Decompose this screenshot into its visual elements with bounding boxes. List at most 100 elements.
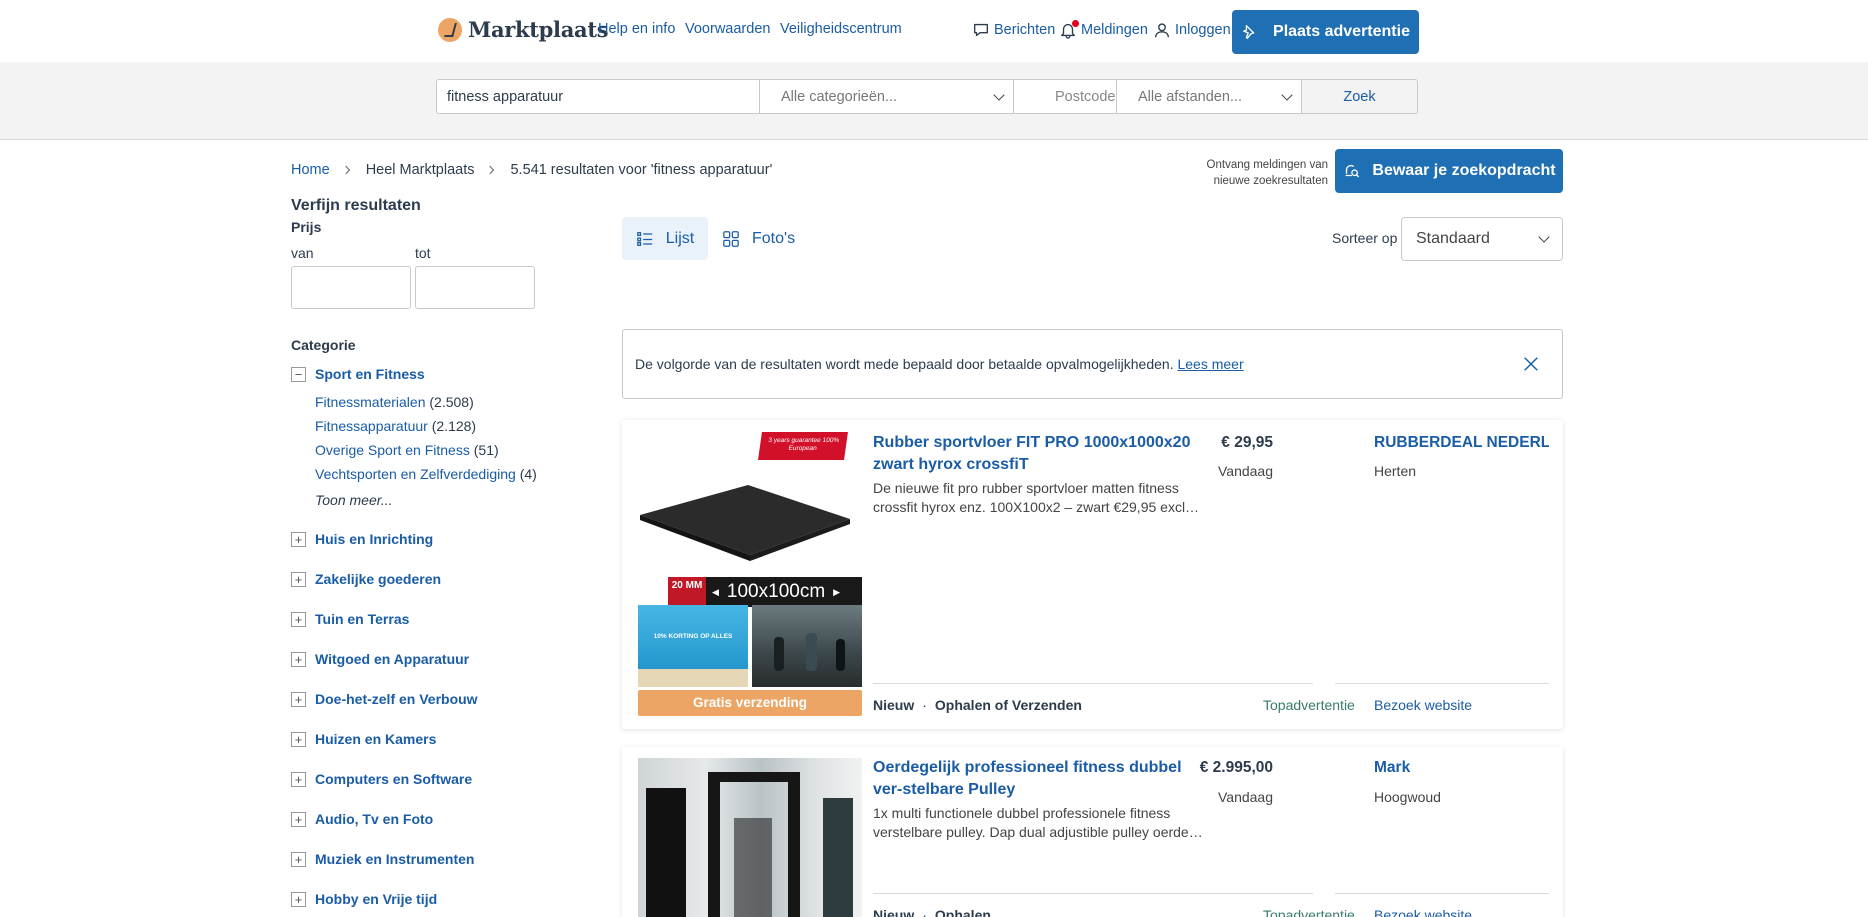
view-list-tab[interactable]: Lijst bbox=[622, 217, 708, 260]
listing-location: Herten bbox=[1374, 463, 1417, 479]
listing-location: Hoogwoud bbox=[1374, 789, 1441, 805]
top-ad-label: Topadvertentie bbox=[1263, 907, 1355, 917]
visit-website-link[interactable]: Bezoek website bbox=[1374, 907, 1472, 917]
category-item[interactable]: + Zakelijke goederen bbox=[291, 571, 441, 587]
chevron-down-icon bbox=[993, 88, 1005, 101]
delivery-label: Ophalen of Verzenden bbox=[934, 697, 1082, 713]
distance-select[interactable]: Alle afstanden... bbox=[1116, 79, 1302, 114]
help-link[interactable]: Help en info bbox=[598, 21, 675, 37]
view-photos-tab[interactable]: Foto's bbox=[722, 217, 795, 260]
condition-label: Nieuw bbox=[873, 697, 915, 713]
category-name: Tuin en Terras bbox=[315, 611, 410, 627]
list-icon bbox=[636, 231, 652, 246]
category-item[interactable]: + Audio, Tv en Foto bbox=[291, 811, 433, 827]
expand-icon: + bbox=[291, 891, 306, 907]
category-item[interactable]: + Witgoed en Apparatuur bbox=[291, 651, 469, 667]
subcategory-name: Vechtsporten en Zelfverdediging bbox=[315, 466, 516, 482]
category-name: Computers en Software bbox=[315, 771, 473, 787]
category-name: Huis en Inrichting bbox=[315, 531, 434, 547]
listing-date: Vandaag bbox=[1217, 463, 1273, 479]
subcategory-item[interactable]: Vechtsporten en Zelfverdediging (4) bbox=[315, 466, 537, 482]
person-figure bbox=[774, 637, 784, 671]
category-sport-fitness[interactable]: − Sport en Fitness bbox=[291, 366, 425, 382]
expand-icon: + bbox=[291, 771, 306, 787]
close-icon[interactable] bbox=[1522, 355, 1540, 373]
search-input[interactable]: fitness apparatuur bbox=[436, 79, 760, 114]
category-item[interactable]: + Doe-het-zelf en Verbouw bbox=[291, 691, 478, 707]
listing-card[interactable]: Oerdegelijk professioneel fitness dubbel… bbox=[622, 747, 1563, 917]
expand-icon: + bbox=[291, 531, 306, 547]
subcategory-count: (2.508) bbox=[429, 394, 474, 410]
category-name: Witgoed en Apparatuur bbox=[315, 651, 470, 667]
price-to-input[interactable] bbox=[415, 266, 535, 309]
seller-name[interactable]: RUBBERDEAL NEDERLA bbox=[1374, 434, 1549, 452]
notice-message: De volgorde van de resultaten wordt mede… bbox=[635, 356, 1174, 372]
category-item[interactable]: + Huizen en Kamers bbox=[291, 731, 436, 747]
search-button[interactable]: Zoek bbox=[1301, 79, 1418, 114]
logo-text: Marktplaats bbox=[468, 17, 609, 42]
grid-icon bbox=[723, 230, 739, 247]
divider bbox=[1335, 683, 1549, 684]
listing-card[interactable]: 3 years guarantee 100% European 20 MM ◀ … bbox=[622, 420, 1563, 729]
category-select[interactable]: Alle categorieën... bbox=[759, 79, 1014, 114]
listing-title[interactable]: Rubber sportvloer FIT PRO 1000x1000x20 z… bbox=[873, 432, 1203, 476]
sort-select[interactable]: Standaard bbox=[1401, 217, 1563, 261]
safety-link[interactable]: Veiligheidscentrum bbox=[780, 21, 902, 37]
save-search-button[interactable]: Bewaar je zoekopdracht bbox=[1335, 149, 1563, 193]
category-name: Sport en Fitness bbox=[315, 366, 425, 382]
rubber-mat-image bbox=[640, 485, 850, 561]
marktplaats-logo[interactable]: Marktplaats bbox=[438, 17, 609, 42]
chevron-down-icon bbox=[1538, 231, 1550, 243]
bell-search-icon bbox=[1346, 164, 1360, 178]
expand-icon: + bbox=[291, 611, 306, 627]
top-ad-label: Topadvertentie bbox=[1263, 697, 1355, 713]
category-name: Huizen en Kamers bbox=[315, 731, 437, 747]
category-item[interactable]: + Huis en Inrichting bbox=[291, 531, 433, 547]
postcode-input[interactable]: Postcode bbox=[1013, 79, 1117, 114]
subcategory-item[interactable]: Overige Sport en Fitness (51) bbox=[315, 442, 499, 458]
chevron-down-icon bbox=[1281, 88, 1293, 101]
expand-icon: + bbox=[291, 691, 306, 707]
terms-link[interactable]: Voorwaarden bbox=[685, 21, 770, 37]
person-figure bbox=[836, 639, 845, 671]
breadcrumb: Home Heel Marktplaats 5.541 resultaten v… bbox=[291, 162, 772, 178]
price-from-input[interactable] bbox=[291, 266, 411, 309]
listing-thumbnail[interactable]: 10% KORTING OP ALLES bbox=[638, 605, 748, 687]
listing-title[interactable]: Oerdegelijk professioneel fitness dubbel… bbox=[873, 757, 1203, 801]
category-item[interactable]: + Tuin en Terras bbox=[291, 611, 409, 627]
thickness-badge: 20 MM bbox=[668, 577, 706, 607]
category-item[interactable]: + Muziek en Instrumenten bbox=[291, 851, 474, 867]
listing-price: € 2.995,00 bbox=[1199, 759, 1273, 776]
category-item[interactable]: + Hobby en Vrije tijd bbox=[291, 891, 437, 907]
listing-image[interactable] bbox=[638, 758, 862, 917]
refine-title: Verfijn resultaten bbox=[291, 197, 421, 214]
visit-website-link[interactable]: Bezoek website bbox=[1374, 697, 1472, 713]
chevron-right-icon bbox=[341, 165, 350, 175]
breadcrumb-home[interactable]: Home bbox=[291, 162, 330, 178]
subcategory-item[interactable]: Fitnessapparatuur (2.128) bbox=[315, 418, 476, 434]
place-ad-button[interactable]: Plaats advertentie bbox=[1232, 10, 1419, 54]
guarantee-badge: 3 years guarantee 100% European bbox=[758, 432, 848, 460]
category-item[interactable]: + Computers en Software bbox=[291, 771, 472, 787]
size-banner: 20 MM ◀ 100x100cm ▶ bbox=[668, 577, 862, 607]
notifications-link[interactable]: Meldingen bbox=[1059, 20, 1148, 39]
dumbbell-rack bbox=[646, 788, 686, 917]
person-figure bbox=[806, 633, 817, 671]
divider bbox=[873, 893, 1313, 894]
category-name: Zakelijke goederen bbox=[315, 571, 442, 587]
listing-thumbnail[interactable] bbox=[752, 605, 862, 687]
read-more-link[interactable]: Lees meer bbox=[1177, 356, 1243, 372]
login-link[interactable]: Inloggen bbox=[1153, 21, 1231, 39]
divider bbox=[1335, 893, 1549, 894]
condition-label: Nieuw bbox=[873, 907, 915, 917]
save-search-hint: Ontvang meldingen van nieuwe zoekresulta… bbox=[1206, 159, 1328, 187]
category-name: Audio, Tv en Foto bbox=[315, 811, 434, 827]
seller-name[interactable]: Mark bbox=[1374, 759, 1549, 777]
messages-link[interactable]: Berichten bbox=[972, 21, 1055, 39]
sort-select-value: Standaard bbox=[1416, 230, 1490, 247]
subcategory-item[interactable]: Fitnessmaterialen (2.508) bbox=[315, 394, 474, 410]
price-label: Prijs bbox=[291, 219, 322, 235]
show-more-link[interactable]: Toon meer... bbox=[315, 492, 393, 508]
listing-image[interactable]: 3 years guarantee 100% European 20 MM ◀ … bbox=[638, 432, 862, 607]
view-list-label: Lijst bbox=[665, 229, 695, 247]
